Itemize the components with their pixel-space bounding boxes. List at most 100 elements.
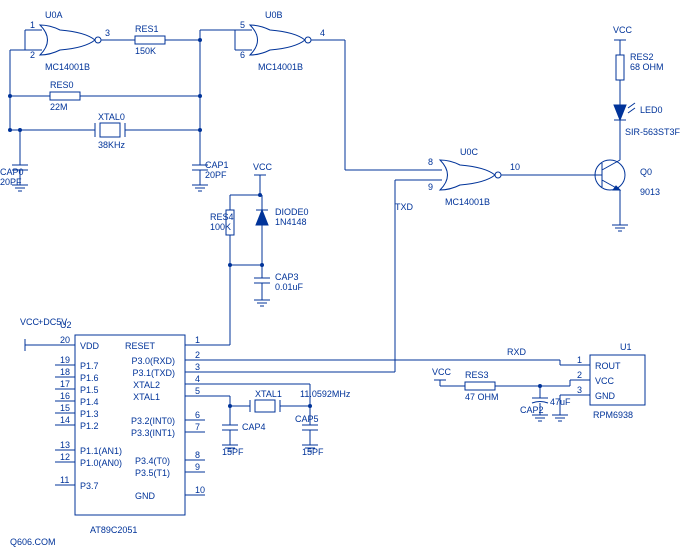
- svg-text:U0A: U0A: [45, 10, 63, 20]
- svg-text:P3.7: P3.7: [80, 481, 99, 491]
- gnd-cap2: [532, 415, 548, 421]
- svg-text:11.0592MHz: 11.0592MHz: [300, 389, 351, 399]
- svg-text:MC14001B: MC14001B: [445, 197, 490, 207]
- svg-text:Q0: Q0: [640, 167, 652, 177]
- svg-text:5: 5: [240, 20, 245, 30]
- svg-text:3: 3: [577, 385, 582, 395]
- svg-text:3: 3: [195, 362, 200, 372]
- svg-text:17: 17: [60, 379, 70, 389]
- svg-text:XTAL1: XTAL1: [133, 392, 160, 402]
- vcc-top-right: VCC: [613, 25, 633, 50]
- svg-text:10: 10: [510, 162, 520, 172]
- svg-text:18: 18: [60, 367, 70, 377]
- svg-text:2: 2: [30, 50, 35, 60]
- svg-text:CAP3: CAP3: [275, 272, 299, 282]
- net-txd: TXD: [395, 202, 414, 212]
- svg-text:P1.3: P1.3: [80, 409, 99, 419]
- svg-text:DIODE0: DIODE0: [275, 207, 309, 217]
- net-rxd: RXD: [507, 347, 527, 357]
- cap3: CAP3 0.01uF: [254, 265, 304, 300]
- svg-text:9: 9: [428, 182, 433, 192]
- svg-text:14: 14: [60, 415, 70, 425]
- cap1: CAP1 20PF: [192, 130, 229, 185]
- gate-u0b: 5 6 4 U0B MC14001B: [235, 10, 345, 72]
- svg-text:MC14001B: MC14001B: [258, 62, 303, 72]
- svg-text:RES0: RES0: [50, 80, 74, 90]
- svg-text:+DC5V: +DC5V: [38, 317, 67, 327]
- svg-text:1: 1: [195, 335, 200, 345]
- diode0: DIODE0 1N4148: [256, 195, 309, 265]
- svg-text:47uF: 47uF: [550, 397, 571, 407]
- schematic: 1 2 3 U0A MC14001B RES1 150K 5 6 4 U0B M…: [0, 0, 699, 554]
- svg-text:MC14001B: MC14001B: [45, 62, 90, 72]
- svg-text:P1.7: P1.7: [80, 361, 99, 371]
- svg-text:4: 4: [320, 28, 325, 38]
- gnd-cap1: [192, 185, 208, 191]
- svg-text:CAP0: CAP0: [0, 167, 24, 177]
- vcc-rx: VCC: [432, 367, 452, 386]
- svg-text:1N4148: 1N4148: [275, 217, 307, 227]
- svg-text:P1.2: P1.2: [80, 421, 99, 431]
- rx-module-u1: U1 RPM6938 1ROUT 2VCC 3GND: [570, 342, 645, 420]
- svg-text:VDD: VDD: [80, 341, 100, 351]
- svg-text:1: 1: [577, 355, 582, 365]
- svg-text:11: 11: [60, 475, 69, 485]
- svg-text:4: 4: [195, 374, 200, 384]
- svg-text:RPM6938: RPM6938: [593, 410, 633, 420]
- mcu-left-pins: 20VDD 19P1.7 18P1.6 17P1.5 16P1.4 15P1.3…: [55, 335, 122, 491]
- svg-text:7: 7: [195, 422, 200, 432]
- watermark: Q606.COM: [10, 537, 56, 547]
- res2: RES2 68 OHM: [616, 50, 664, 95]
- res4: RES4 100K: [210, 195, 234, 265]
- svg-text:P3.3(INT1): P3.3(INT1): [131, 428, 175, 438]
- svg-text:9: 9: [195, 462, 200, 472]
- svg-text:P3.2(INT0): P3.2(INT0): [131, 416, 175, 426]
- cap4: CAP4 15PF: [222, 406, 266, 457]
- svg-text:P1.6: P1.6: [80, 373, 99, 383]
- gnd-u1: [552, 415, 568, 421]
- svg-text:CAP4: CAP4: [242, 422, 266, 432]
- svg-text:3: 3: [105, 28, 110, 38]
- svg-text:19: 19: [60, 355, 70, 365]
- svg-text:XTAL0: XTAL0: [98, 112, 125, 122]
- svg-text:P1.4: P1.4: [80, 397, 99, 407]
- svg-text:16: 16: [60, 391, 70, 401]
- svg-text:SIR-563ST3F: SIR-563ST3F: [625, 127, 681, 137]
- svg-text:8: 8: [195, 450, 200, 460]
- svg-text:P3.5(T1): P3.5(T1): [135, 468, 170, 478]
- svg-text:CAP1: CAP1: [205, 160, 229, 170]
- svg-text:CAP2: CAP2: [520, 405, 544, 415]
- svg-text:1: 1: [30, 20, 35, 30]
- svg-text:GND: GND: [135, 491, 156, 501]
- svg-text:XTAL2: XTAL2: [133, 380, 160, 390]
- q0: Q0 9013: [560, 155, 660, 225]
- cap2: CAP2 47uF: [520, 386, 571, 415]
- res0: RES0 22M: [10, 40, 200, 112]
- svg-text:VCC: VCC: [432, 367, 452, 377]
- svg-text:VCC: VCC: [20, 317, 40, 327]
- svg-text:GND: GND: [595, 391, 616, 401]
- svg-text:CAP5: CAP5: [295, 414, 319, 424]
- gnd-q0: [612, 225, 628, 231]
- svg-text:RES1: RES1: [135, 24, 159, 34]
- svg-text:68 OHM: 68 OHM: [630, 62, 664, 72]
- svg-text:150K: 150K: [135, 46, 156, 56]
- cap5: CAP5 15PF: [295, 406, 324, 457]
- mcu-vdd: VCC +DC5V: [20, 317, 67, 351]
- res1: RES1 150K: [120, 24, 200, 56]
- svg-text:RES4: RES4: [210, 212, 234, 222]
- svg-text:VCC: VCC: [613, 25, 633, 35]
- svg-text:AT89C2051: AT89C2051: [90, 525, 137, 535]
- svg-text:XTAL1: XTAL1: [255, 389, 282, 399]
- svg-text:ROUT: ROUT: [595, 361, 621, 371]
- svg-text:10: 10: [195, 485, 205, 495]
- svg-text:6: 6: [195, 410, 200, 420]
- gate-u0a: 1 2 3 U0A MC14001B: [25, 10, 120, 72]
- svg-text:P1.1(AN1): P1.1(AN1): [80, 446, 122, 456]
- mcu-right-pins: 1RESET 2P3.0(RXD) 3P3.1(TXD) 4XTAL2 5XTA…: [125, 335, 205, 501]
- svg-text:2: 2: [577, 370, 582, 380]
- svg-text:U0B: U0B: [265, 10, 283, 20]
- gate-u0c: 8 9 10 U0C MC14001B: [410, 147, 560, 207]
- svg-text:38KHz: 38KHz: [98, 140, 126, 150]
- svg-text:P3.1(TXD): P3.1(TXD): [132, 368, 175, 378]
